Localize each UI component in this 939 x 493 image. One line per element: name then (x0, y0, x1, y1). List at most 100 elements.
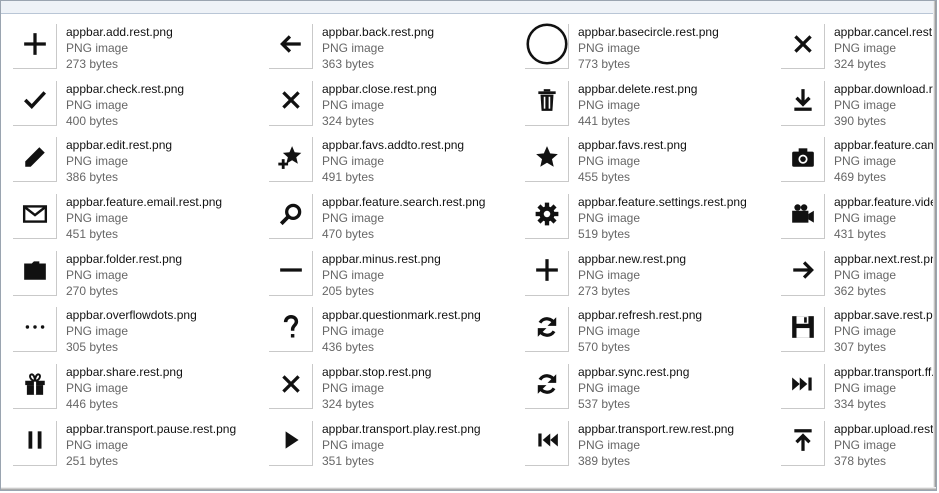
file-type: PNG image (322, 41, 385, 55)
file-item[interactable]: appbar.feature.email.rest.png PNG image … (13, 191, 269, 248)
file-item[interactable]: appbar.transport.ff.rest.png PNG image 3… (781, 361, 936, 418)
file-name: appbar.feature.email.rest.png (66, 195, 223, 210)
rewind-icon (534, 427, 560, 458)
file-item[interactable]: appbar.upload.rest.png PNG image 378 byt… (781, 418, 936, 475)
file-thumbnail (13, 307, 57, 353)
file-type: PNG image (834, 97, 897, 112)
file-item[interactable]: appbar.minus.rest.png PNG image 205 byte… (269, 248, 525, 305)
file-item[interactable]: appbar.back.rest.png PNG image 363 bytes (269, 21, 525, 78)
plus-icon (22, 31, 48, 62)
file-item[interactable]: appbar.feature.camera.rest.png PNG image… (781, 134, 936, 191)
refresh-icon (534, 314, 560, 345)
upload-icon (790, 427, 816, 458)
file-type: PNG image (578, 41, 641, 55)
file-size: 351 bytes (322, 453, 375, 468)
file-size: 446 bytes (66, 397, 119, 412)
file-size: 305 bytes (66, 340, 119, 355)
file-item[interactable]: appbar.favs.rest.png PNG image 455 bytes (525, 134, 781, 191)
file-item[interactable]: appbar.overflowdots.png PNG image 305 by… (13, 304, 269, 361)
file-name: appbar.feature.search.rest.png (322, 195, 486, 210)
file-thumbnail (13, 137, 57, 183)
arrow-right-icon (790, 257, 816, 288)
file-size: 389 bytes (578, 453, 631, 468)
file-item[interactable]: appbar.stop.rest.png PNG image 324 bytes (269, 361, 525, 418)
file-name: appbar.close.rest.png (322, 81, 437, 96)
file-thumbnail (781, 307, 825, 353)
file-item[interactable]: appbar.share.rest.png PNG image 446 byte… (13, 361, 269, 418)
file-item[interactable]: appbar.transport.pause.rest.png PNG imag… (13, 418, 269, 475)
file-item[interactable]: appbar.next.rest.png PNG image 362 bytes (781, 248, 936, 305)
file-size: 431 bytes (834, 227, 887, 242)
x-icon (278, 87, 304, 118)
file-type: PNG image (322, 154, 385, 169)
file-size: 307 bytes (834, 340, 887, 355)
file-item[interactable]: appbar.download.rest.png PNG image 390 b… (781, 78, 937, 135)
file-type: PNG image (66, 381, 129, 396)
file-item[interactable]: appbar.save.rest.png PNG image 307 bytes (781, 304, 937, 361)
file-thumbnail (781, 80, 825, 126)
file-size: 324 bytes (834, 57, 887, 71)
file-thumbnail (269, 420, 313, 466)
camera-icon (790, 144, 816, 175)
file-item[interactable]: appbar.add.rest.png PNG image 273 bytes (13, 21, 269, 78)
file-item[interactable]: appbar.folder.rest.png PNG image 270 byt… (13, 248, 269, 305)
file-type: PNG image (66, 41, 129, 55)
file-thumbnail (269, 24, 313, 69)
file-item[interactable]: appbar.feature.video.rest.png PNG image … (781, 191, 936, 248)
file-type: PNG image (578, 324, 641, 339)
file-thumbnail (13, 420, 57, 466)
mail-icon (22, 201, 48, 232)
file-item[interactable]: appbar.close.rest.png PNG image 324 byte… (269, 78, 525, 135)
file-thumbnail (781, 420, 825, 466)
play-icon (278, 427, 304, 458)
file-size: 363 bytes (322, 57, 375, 71)
file-thumbnail (269, 137, 313, 183)
file-type: PNG image (578, 437, 641, 452)
file-item[interactable]: appbar.edit.rest.png PNG image 386 bytes (13, 134, 269, 191)
file-size: 273 bytes (66, 57, 119, 71)
file-type: PNG image (578, 97, 641, 112)
file-name: appbar.transport.pause.rest.png (66, 421, 237, 436)
file-type: PNG image (322, 437, 385, 452)
file-thumbnail (525, 137, 569, 183)
file-item[interactable]: appbar.cancel.rest.png PNG image 324 byt… (781, 21, 936, 78)
file-type: PNG image (834, 267, 897, 282)
right-edge-shadow (933, 1, 936, 490)
file-size: 491 bytes (322, 170, 375, 185)
file-type: PNG image (322, 324, 385, 339)
file-name: appbar.feature.settings.rest.png (578, 195, 747, 210)
file-name: appbar.stop.rest.png (322, 365, 432, 380)
file-size: 537 bytes (578, 397, 631, 412)
file-size: 334 bytes (834, 397, 887, 412)
file-thumbnail (525, 22, 569, 69)
file-name: appbar.download.rest.png (834, 81, 937, 96)
file-item[interactable]: appbar.basecircle.rest.png PNG image 773… (525, 21, 781, 78)
file-type: PNG image (578, 381, 641, 396)
file-name: appbar.save.rest.png (834, 308, 937, 323)
file-name: appbar.delete.rest.png (578, 81, 698, 96)
file-size: 400 bytes (66, 113, 119, 128)
file-item[interactable]: appbar.new.rest.png PNG image 273 bytes (525, 248, 781, 305)
file-item[interactable]: appbar.check.rest.png PNG image 400 byte… (13, 78, 269, 135)
dots-icon (22, 314, 48, 345)
file-name: appbar.folder.rest.png (66, 251, 183, 266)
file-item[interactable]: appbar.refresh.rest.png PNG image 570 by… (525, 304, 781, 361)
folder-icon (22, 257, 48, 288)
file-name: appbar.add.rest.png (66, 25, 173, 39)
file-type: PNG image (322, 381, 385, 396)
file-item[interactable]: appbar.favs.addto.rest.png PNG image 491… (269, 134, 525, 191)
file-thumbnail (525, 80, 569, 126)
file-item[interactable]: appbar.feature.search.rest.png PNG image… (269, 191, 525, 248)
gear-icon (534, 201, 560, 232)
file-item[interactable]: appbar.sync.rest.png PNG image 537 bytes (525, 361, 781, 418)
file-item[interactable]: appbar.transport.play.rest.png PNG image… (269, 418, 525, 475)
file-item[interactable]: appbar.questionmark.rest.png PNG image 4… (269, 304, 525, 361)
file-item[interactable]: appbar.delete.rest.png PNG image 441 byt… (525, 78, 781, 135)
file-item[interactable]: appbar.transport.rew.rest.png PNG image … (525, 418, 781, 475)
file-name: appbar.new.rest.png (578, 251, 687, 266)
file-size: 441 bytes (578, 113, 631, 128)
file-size: 251 bytes (66, 453, 119, 468)
file-item[interactable]: appbar.feature.settings.rest.png PNG ima… (525, 191, 781, 248)
file-name: appbar.favs.rest.png (578, 138, 687, 153)
x-icon (790, 31, 816, 62)
